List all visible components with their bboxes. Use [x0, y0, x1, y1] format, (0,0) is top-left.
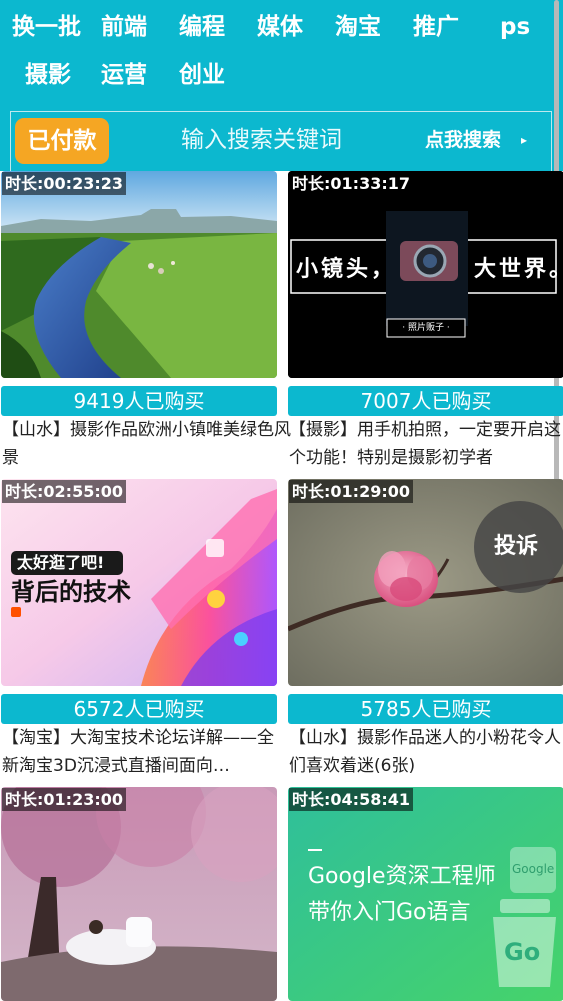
duration-badge: 时长:01:33:17 [289, 172, 413, 195]
refresh-categories-button[interactable]: 换一批 [12, 12, 81, 42]
category-operations[interactable]: 运营 [101, 60, 147, 90]
buyers-count: 6572人已购买 [1, 694, 277, 724]
video-thumbnail[interactable]: 时长:01:23:00 [1, 787, 277, 1001]
video-title[interactable]: 【山水】摄影作品迷人的小粉花令人们喜欢着迷(6张) [289, 724, 561, 780]
category-startup[interactable]: 创业 [179, 60, 225, 90]
thumbnail-caption-right: 大世界。 [474, 257, 563, 282]
video-title[interactable]: 【淘宝】大淘宝技术论坛详解——全新淘宝3D沉浸式直播间面向… [2, 724, 282, 780]
duration-badge: 时长:01:23:00 [2, 788, 126, 811]
category-taobao[interactable]: 淘宝 [335, 12, 381, 42]
go-course-image [288, 787, 563, 1001]
duration-badge: 时长:04:58:41 [289, 788, 413, 811]
video-thumbnail[interactable]: Google资深工程师 带你入门Go语言 Google Go 时长:04:58:… [288, 787, 563, 1001]
category-ps[interactable]: ps [500, 12, 530, 42]
thumbnail-caption-top: Google资深工程师 [308, 864, 496, 889]
thumbnail-caption-main: 带你入门Go语言 [308, 900, 471, 925]
thumbnail-caption-left: 小镜头， [296, 257, 397, 282]
video-title[interactable]: 【山水】摄影作品欧洲小镇唯美绿色风景 [2, 416, 292, 472]
paid-button[interactable]: 已付款 [15, 118, 109, 164]
top-header: 换一批 前端 编程 媒体 淘宝 推广 ps 摄影 运营 创业 已付款 输入搜索关… [0, 0, 563, 171]
thumbnail-caption-top: 太好逛了吧! [17, 553, 105, 572]
go-logo: Go [504, 938, 541, 966]
river-landscape-image [1, 171, 277, 378]
category-programming[interactable]: 编程 [179, 12, 225, 42]
duration-badge: 时长:00:23:23 [2, 172, 126, 195]
buyers-count: 5785人已购买 [288, 694, 563, 724]
google-logo: Google [512, 862, 555, 876]
category-frontend[interactable]: 前端 [101, 12, 147, 42]
video-thumbnail[interactable]: 小镜头， 大世界。 · 照片贩子 · 时长:01:33:17 [288, 171, 563, 378]
search-bar: 已付款 输入搜索关键词 点我搜索 ▸ [10, 111, 552, 171]
duration-badge: 时长:02:55:00 [2, 480, 126, 503]
search-input[interactable]: 输入搜索关键词 [181, 124, 342, 156]
search-button[interactable]: 点我搜索 [425, 126, 501, 154]
thumbnail-badge: · 照片贩子 · [402, 323, 450, 333]
category-photography[interactable]: 摄影 [25, 60, 71, 90]
buyers-count: 9419人已购买 [1, 386, 277, 416]
duration-badge: 时长:01:29:00 [289, 480, 413, 503]
play-arrow-icon: ▸ [521, 133, 528, 147]
buyers-count: 7007人已购买 [288, 386, 563, 416]
thumbnail-caption-main: 背后的技术 [11, 578, 131, 606]
report-button[interactable]: 投诉 [474, 501, 563, 593]
video-thumbnail[interactable]: 太好逛了吧! 背后的技术 时长:02:55:00 [1, 479, 277, 686]
category-media[interactable]: 媒体 [257, 12, 303, 42]
wedding-photo-image [1, 787, 277, 1001]
video-title[interactable]: 【摄影】用手机拍照，一定要开启这个功能！特别是摄影初学者 [289, 416, 561, 472]
video-thumbnail[interactable]: 时长:00:23:23 [1, 171, 277, 378]
category-promotion[interactable]: 推广 [413, 12, 459, 42]
